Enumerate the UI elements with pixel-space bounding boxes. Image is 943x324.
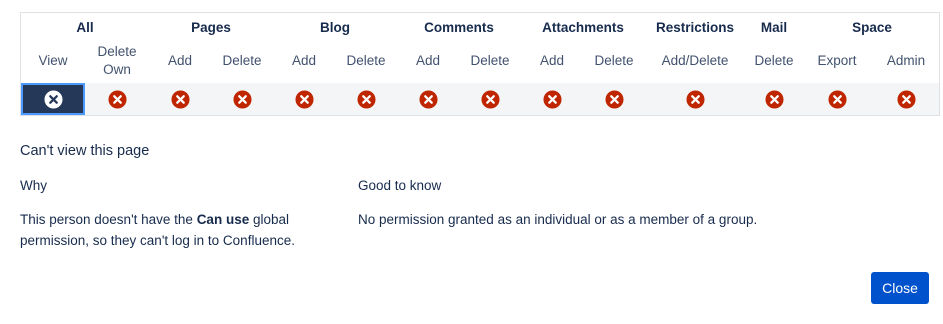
close-circle-icon (418, 89, 438, 109)
column-header-restrictions-add-delete: Add/Delete (661, 53, 729, 68)
group-header-restrictions: Restrictions (655, 20, 735, 35)
permission-cell-space-admin[interactable] (871, 83, 941, 115)
column-header-attachments-delete: Delete (594, 53, 634, 68)
permission-cell-restrictions-add-delete[interactable] (645, 83, 745, 115)
close-circle-icon (356, 89, 376, 109)
permission-cell-pages-add[interactable] (149, 83, 211, 115)
why-text-start: This person doesn't have the (20, 212, 197, 227)
permission-cell-mail-delete[interactable] (745, 83, 803, 115)
column-header-view: View (38, 53, 68, 68)
close-circle-icon (43, 89, 63, 109)
permission-cell-attachments-delete[interactable] (583, 83, 645, 115)
group-header-mail: Mail (760, 20, 788, 35)
close-circle-icon (604, 89, 624, 109)
group-header-space: Space (852, 20, 892, 35)
permission-group-header-row: All Pages Blog Comments Attachments Rest… (21, 13, 939, 43)
permission-cell-delete-own[interactable] (85, 83, 149, 115)
permission-cell-attachments-add[interactable] (521, 83, 583, 115)
column-header-blog-add: Add (291, 53, 317, 68)
column-header-mail-delete: Delete (754, 53, 794, 68)
why-heading: Why (20, 178, 47, 193)
permission-cell-comments-add[interactable] (397, 83, 459, 115)
detail-title: Can't view this page (20, 143, 150, 159)
why-text-line2: permission, so they can't log in to Conf… (20, 233, 295, 248)
why-text-end: global (249, 212, 290, 227)
column-header-blog-delete: Delete (346, 53, 386, 68)
permission-cell-space-export[interactable] (803, 83, 871, 115)
permission-cell-view[interactable] (21, 83, 85, 115)
good-to-know-text: No permission granted as an individual o… (358, 212, 758, 227)
close-circle-icon (827, 89, 847, 109)
column-header-comments-delete: Delete (470, 53, 510, 68)
group-header-attachments: Attachments (542, 20, 624, 35)
close-circle-icon (232, 89, 252, 109)
close-button[interactable]: Close (871, 272, 929, 304)
permission-cell-blog-add[interactable] (273, 83, 335, 115)
close-circle-icon (764, 89, 784, 109)
permission-cell-blog-delete[interactable] (335, 83, 397, 115)
permissions-table: All Pages Blog Comments Attachments Rest… (20, 12, 940, 116)
close-circle-icon (170, 89, 190, 109)
close-circle-icon (294, 89, 314, 109)
close-circle-icon (107, 89, 127, 109)
close-circle-icon (896, 89, 916, 109)
close-circle-icon (685, 89, 705, 109)
permission-column-header-row: View Delete Own Add Delete Add Delete Ad… (21, 41, 939, 81)
column-header-pages-add: Add (167, 53, 193, 68)
group-header-blog: Blog (320, 20, 350, 35)
group-header-comments: Comments (424, 20, 494, 35)
column-header-delete-own: Delete Own (97, 44, 137, 77)
why-text-permission-name: Can use (196, 212, 250, 227)
close-circle-icon (542, 89, 562, 109)
why-text: This person doesn't have the Can use glo… (20, 209, 340, 251)
column-header-space-admin: Admin (886, 53, 926, 68)
close-circle-icon (480, 89, 500, 109)
permission-cell-comments-delete[interactable] (459, 83, 521, 115)
permission-cell-pages-delete[interactable] (211, 83, 273, 115)
column-header-pages-delete: Delete (222, 53, 262, 68)
column-header-attachments-add: Add (539, 53, 565, 68)
good-to-know-heading: Good to know (358, 178, 442, 193)
column-header-comments-add: Add (415, 53, 441, 68)
permission-status-row (21, 83, 939, 115)
column-header-space-export: Export (817, 53, 857, 68)
group-header-pages: Pages (191, 20, 231, 35)
group-header-all: All (76, 20, 94, 35)
